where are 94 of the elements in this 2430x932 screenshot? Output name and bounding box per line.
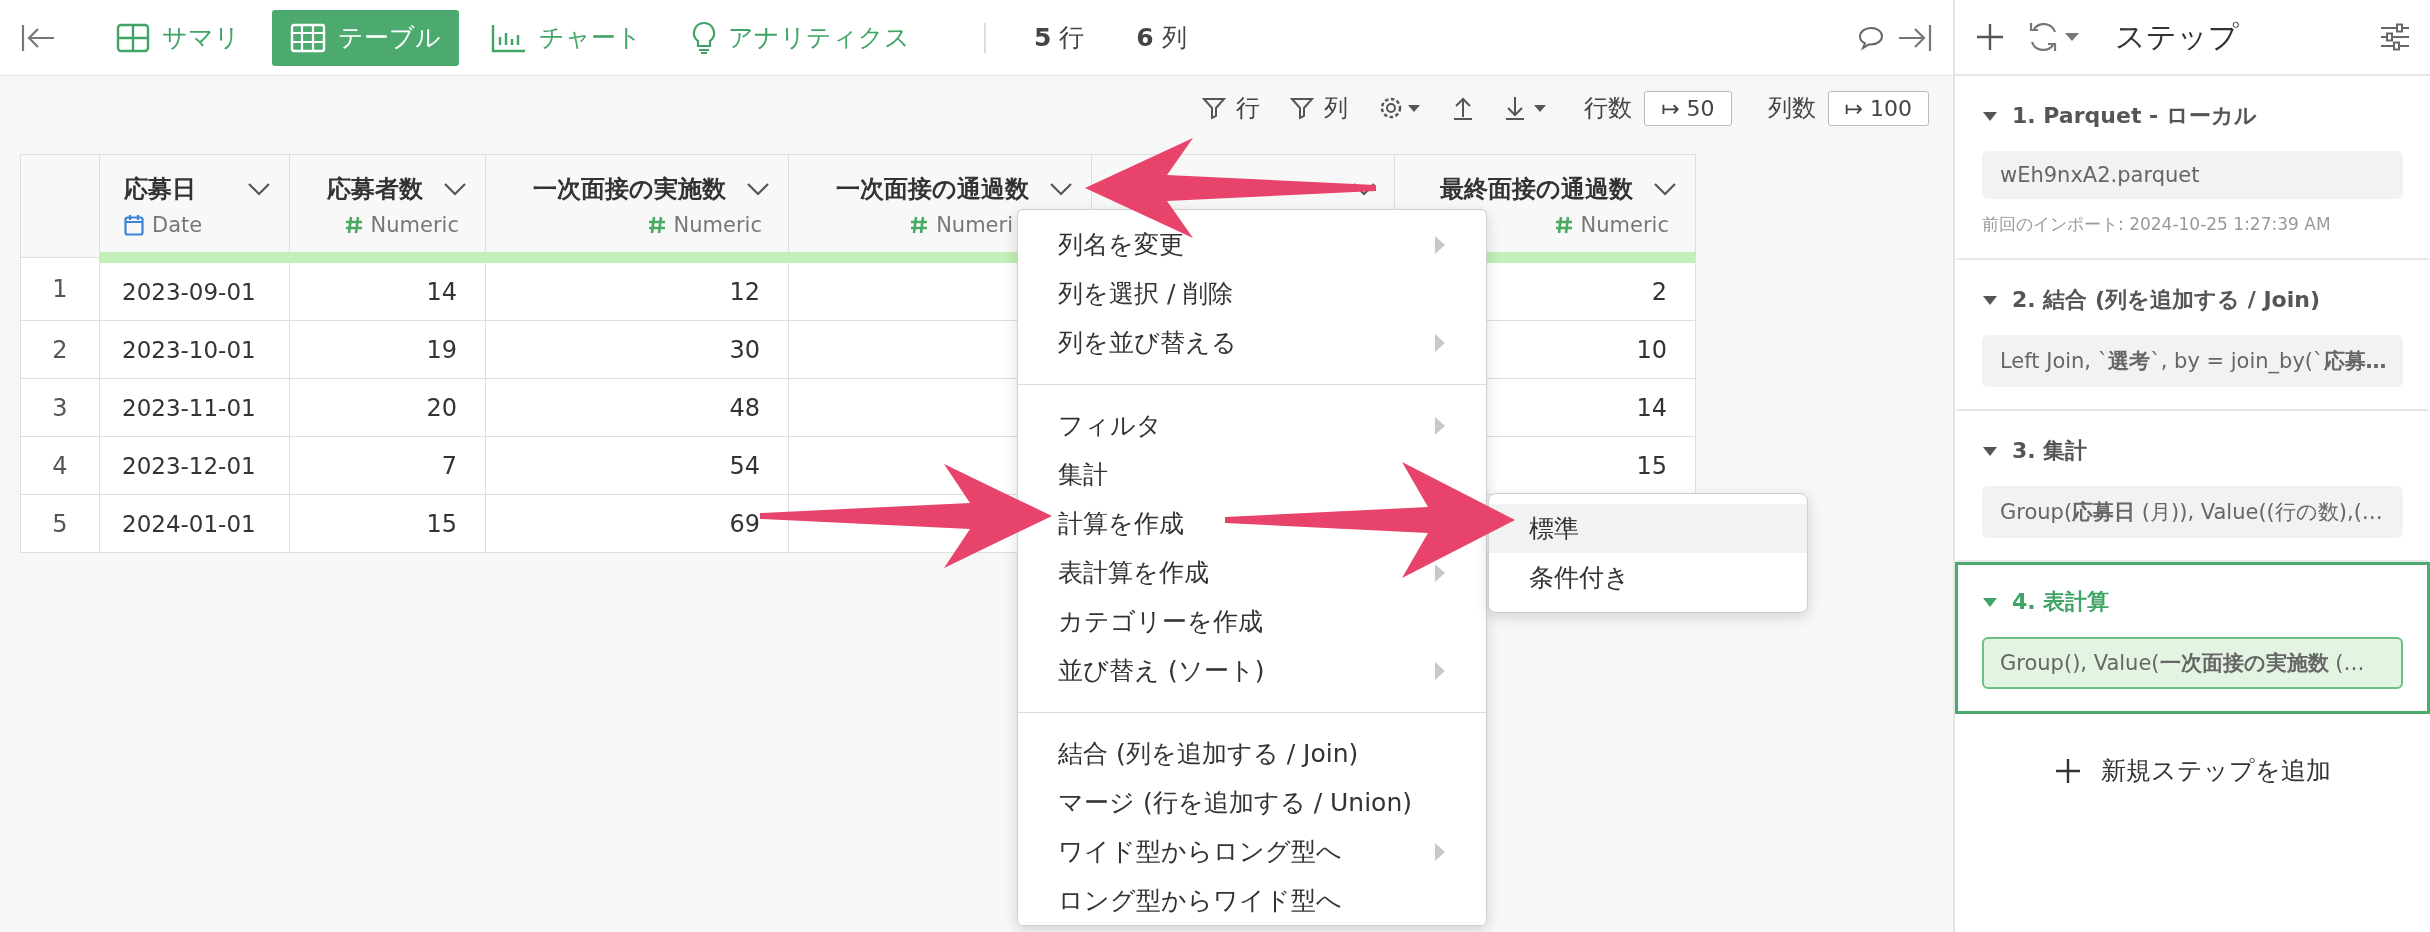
step-card[interactable]: 2. 結合 (列を追加する / Join) Left Join, `選考`, by = join_by(`応募… [1955, 260, 2430, 411]
menu-item[interactable]: 結合 (列を追加する / Join) [1058, 737, 1359, 770]
row-count-field[interactable]: ↦ 50 [1644, 90, 1732, 126]
menu-item[interactable]: 列を選択 / 削除 [1058, 277, 1234, 310]
menu-item[interactable]: 表計算を作成 [1058, 556, 1209, 589]
step-title: 4. 表計算 [2012, 588, 2110, 616]
row-number: 3 [20, 378, 100, 437]
expand-caret-icon[interactable] [1982, 445, 1998, 457]
menu-item[interactable]: ロング型からワイド型へ [1058, 884, 1342, 917]
column-count-label: 列数 [1767, 93, 1816, 124]
chevron-down-icon[interactable] [1352, 182, 1376, 196]
step-card[interactable]: 4. 表計算 Group(), Value(一次面接の実施数 (… [1955, 562, 2430, 714]
table-cell: 19 [289, 320, 486, 379]
upload-icon[interactable] [1452, 95, 1475, 121]
table-cell: 7 [289, 436, 486, 495]
sliders-icon[interactable] [2380, 23, 2410, 51]
column-name: 応募者数 [327, 174, 423, 205]
column-type: Date [152, 213, 203, 237]
menu-item[interactable]: フィルタ [1058, 409, 1162, 442]
menu-item[interactable]: マージ (行を追加する / Union) [1058, 786, 1412, 819]
step-detail: Group(), Value(一次面接の実施数 (… [1982, 637, 2403, 689]
row-filter-button[interactable]: 行 [1202, 92, 1261, 124]
chevron-down-icon[interactable] [443, 182, 467, 196]
table-cell: 20 [289, 378, 486, 437]
column-type: Numeri [936, 213, 1013, 237]
menu-item[interactable]: 並び替え (ソート) [1058, 654, 1265, 687]
column-name: 応募日 [124, 174, 196, 205]
bar-chart-icon [491, 22, 527, 53]
row-number: 2 [20, 320, 100, 379]
hash-icon [344, 215, 363, 235]
menu-item[interactable]: カテゴリーを作成 [1058, 605, 1263, 638]
step-title: 3. 集計 [2012, 437, 2088, 465]
table-cell: 2023-11-01 [99, 378, 290, 437]
menu-item[interactable]: 列を並び替える [1058, 326, 1237, 359]
row-count-label: 行数 [1584, 93, 1633, 124]
table-cell: 48 [485, 378, 789, 437]
row-number: 4 [20, 436, 100, 495]
expand-caret-icon[interactable] [1982, 110, 1998, 122]
panel-title: ステップ [2115, 17, 2239, 56]
filter-icon [1202, 96, 1227, 120]
menu-item[interactable]: 標準 [1489, 504, 1807, 553]
settings-icon[interactable] [1378, 95, 1423, 121]
hash-icon [910, 215, 929, 235]
column-type: Numeric [1580, 213, 1669, 237]
column-name: 一次面接の実施数 [533, 174, 726, 205]
chevron-down-icon[interactable] [247, 182, 271, 196]
step-title: 1. Parquet - ローカル [2012, 102, 2257, 130]
menu-item[interactable]: 集計 [1058, 458, 1108, 491]
chevron-down-icon[interactable] [746, 182, 770, 196]
table-icon [290, 22, 326, 53]
grid-icon [116, 22, 150, 53]
collapse-right-icon[interactable] [1897, 22, 1933, 53]
plus-icon [2054, 757, 2081, 784]
menu-item[interactable]: ワイド型からロング型へ [1058, 835, 1342, 868]
column-type: Numeric [673, 213, 762, 237]
step-title: 2. 結合 (列を追加する / Join) [2012, 286, 2320, 314]
hash-icon [1554, 215, 1573, 235]
column-filter-button[interactable]: 列 [1290, 92, 1349, 124]
table-cell: 30 [485, 320, 789, 379]
count-label: 5 行 [1034, 22, 1085, 54]
table-cell: 2023-10-01 [99, 320, 290, 379]
lightbulb-icon [692, 20, 716, 55]
column-name: 最終面接の通過数 [1440, 174, 1633, 205]
add-icon[interactable] [1975, 22, 2005, 52]
column-name: 一次面接の通過数 [836, 174, 1029, 205]
count-label: 6 列 [1136, 22, 1187, 54]
table-cell: 2024-01-01 [99, 494, 290, 553]
step-detail: wEh9nxA2.parquet [1982, 151, 2403, 199]
menu-item[interactable]: 列名を変更 [1058, 228, 1184, 261]
step-card[interactable]: 1. Parquet - ローカル wEh9nxA2.parquet 前回のインポート: 2024-10-25 1:27:39 AM [1955, 76, 2430, 260]
step-card[interactable]: 3. 集計 Group(応募日 (月)), Value((行の数),(… [1955, 411, 2430, 562]
step-detail: Group(応募日 (月)), Value((行の数),(… [1982, 486, 2403, 538]
expand-caret-icon[interactable] [1982, 294, 1998, 306]
row-number: 1 [20, 257, 100, 321]
step-detail: Left Join, `選考`, by = join_by(`応募… [1982, 335, 2403, 387]
filter-icon [1290, 96, 1315, 120]
step-note: 前回のインポート: 2024-10-25 1:27:39 AM [1982, 213, 2332, 236]
column-count-field[interactable]: ↦ 100 [1827, 90, 1929, 126]
add-step-button[interactable]: 新規ステップを追加 [1955, 744, 2430, 797]
table-cell: 15 [289, 494, 486, 553]
row-number: 5 [20, 494, 100, 553]
column-type: Numeric [370, 213, 459, 237]
hash-icon [647, 215, 666, 235]
chevron-down-icon[interactable] [1049, 182, 1073, 196]
expand-caret-icon[interactable] [1982, 596, 1998, 608]
download-icon[interactable] [1504, 95, 1549, 121]
table-cell: 2023-12-01 [99, 436, 290, 495]
comment-icon[interactable] [1857, 24, 1885, 51]
collapse-left-icon[interactable] [20, 22, 56, 53]
chevron-down-icon[interactable] [1653, 182, 1677, 196]
menu-item[interactable]: 条件付き [1489, 553, 1807, 602]
menu-item[interactable]: 計算を作成 [1058, 507, 1184, 540]
calendar-icon [124, 214, 144, 236]
table-cell: 54 [485, 436, 789, 495]
